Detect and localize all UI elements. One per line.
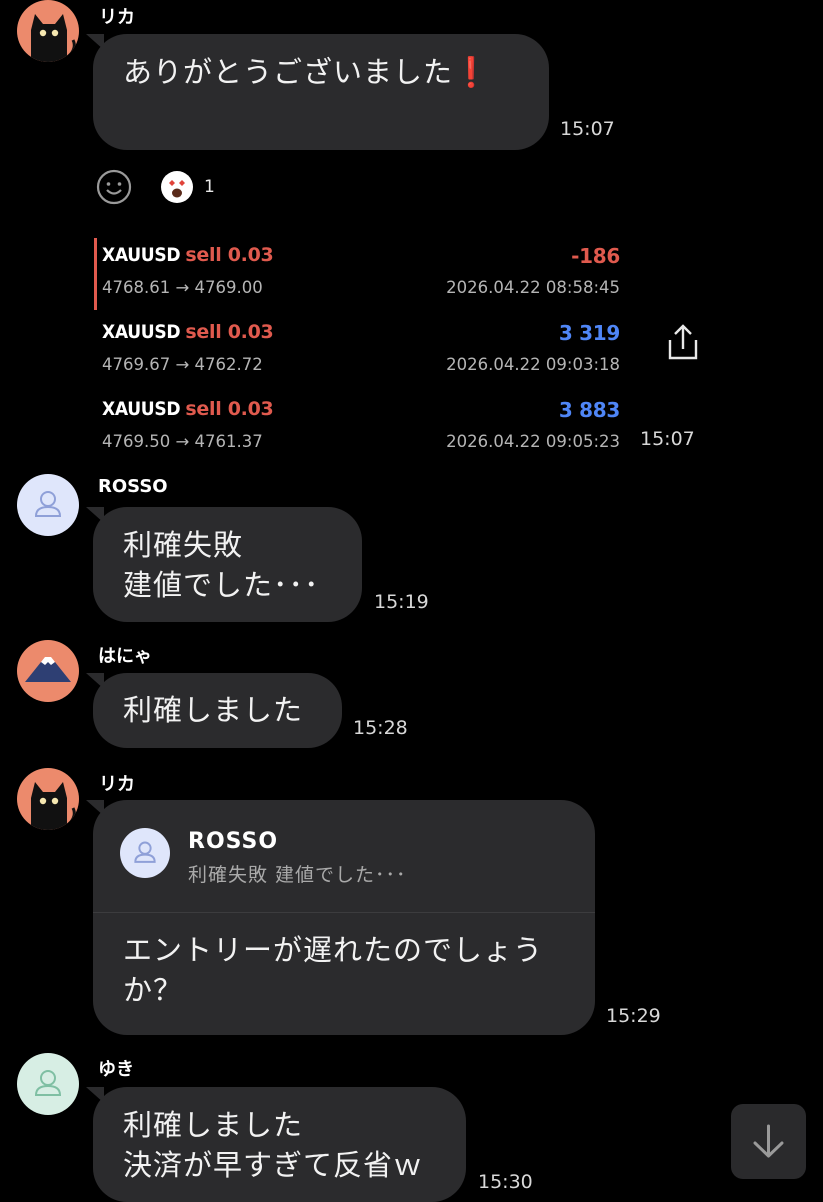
sender-name: リカ: [99, 774, 135, 795]
share-button[interactable]: [664, 322, 702, 362]
default-user-icon: [134, 841, 156, 863]
message-bubble[interactable]: 利確しました: [93, 673, 342, 748]
sender-name: はにゃ: [98, 646, 152, 667]
trade-symbol: XAUUSD: [102, 244, 181, 266]
avatar-hanya[interactable]: [17, 640, 79, 702]
trade-symbol: XAUUSD: [102, 398, 181, 420]
trade-row[interactable]: XAUUSD sell 0.03 3 319 4769.67 → 4762.72…: [102, 321, 620, 381]
avatar-rika[interactable]: [17, 0, 79, 62]
message-text: 決済が早すぎて反省ｗ: [123, 1148, 424, 1182]
arrow-down-icon: [753, 1124, 784, 1158]
reply-divider: [93, 912, 595, 913]
reply-text: 利確失敗 建値でした･･･: [188, 864, 407, 886]
trade-row[interactable]: XAUUSD sell 0.03 3 883 4769.50 → 4761.37…: [102, 398, 620, 458]
message-text: 利確しました: [123, 1108, 304, 1142]
scroll-to-bottom-button[interactable]: [731, 1104, 806, 1179]
bubble-tail: [86, 800, 104, 816]
add-reaction-button[interactable]: [96, 169, 132, 205]
trade-prices: 4769.67 → 4762.72: [102, 355, 263, 374]
cat-icon: [31, 782, 76, 830]
message-time: 15:19: [374, 591, 429, 613]
cat-icon: [31, 14, 76, 62]
avatar-rosso[interactable]: [17, 474, 79, 536]
message-text: か？: [123, 973, 184, 1007]
trade-row[interactable]: XAUUSD sell 0.03 -186 4768.61 → 4769.00 …: [102, 244, 620, 304]
trade-datetime: 2026.04.22 08:58:45: [446, 278, 620, 297]
sender-name: ROSSO: [98, 476, 168, 497]
message-time: 15:29: [606, 1005, 661, 1027]
trade-pnl: 3 319: [558, 321, 620, 345]
message-time: 15:07: [640, 428, 695, 450]
message-text: 利確しました: [123, 693, 304, 727]
reaction-count: 1: [204, 177, 215, 197]
message-text: エントリーが遅れたのでしょう: [123, 933, 544, 967]
message-time: 15:30: [478, 1171, 533, 1193]
share-icon: [668, 324, 698, 360]
message-time: 15:07: [560, 118, 615, 140]
trade-prices: 4768.61 → 4769.00: [102, 278, 263, 297]
message-time: 15:28: [353, 717, 408, 739]
add-reaction-icon: [96, 169, 132, 205]
message-bubble[interactable]: 利確失敗 建値でした･･･: [93, 507, 362, 622]
default-user-icon: [34, 1070, 62, 1096]
trade-symbol: XAUUSD: [102, 321, 181, 343]
reply-avatar: [120, 828, 170, 878]
message-bubble[interactable]: ありがとうございました❗: [93, 34, 549, 150]
bubble-tail: [86, 673, 104, 689]
default-user-icon: [34, 491, 62, 517]
bubble-tail: [86, 1087, 104, 1103]
avatar-rika[interactable]: [17, 768, 79, 830]
trade-loss-indicator: [94, 238, 97, 310]
reaction-chip[interactable]: 1: [160, 170, 215, 204]
trade-prices: 4769.50 → 4761.37: [102, 432, 263, 451]
avatar-yuki[interactable]: [17, 1053, 79, 1115]
trade-side: sell 0.03: [185, 244, 274, 266]
message-text: ありがとうございました❗: [123, 55, 491, 89]
heart-eyes-icon: [161, 171, 193, 203]
mountain-icon: [25, 657, 71, 682]
reply-quote[interactable]: ROSSO 利確失敗 建値でした･･･: [93, 800, 595, 912]
trade-pnl: 3 883: [558, 398, 620, 422]
message-text: 建値でした･･･: [123, 568, 320, 602]
sender-name: リカ: [99, 7, 135, 28]
sender-name: ゆき: [98, 1059, 134, 1080]
reply-name: ROSSO: [188, 829, 279, 854]
message-text: 利確失敗: [123, 528, 244, 562]
message-bubble[interactable]: ROSSO 利確失敗 建値でした･･･ エントリーが遅れたのでしょう か？: [93, 800, 595, 1035]
bubble-tail: [86, 34, 104, 50]
trade-side: sell 0.03: [185, 398, 274, 420]
message-bubble[interactable]: 利確しました 決済が早すぎて反省ｗ: [93, 1087, 466, 1202]
trade-pnl: -186: [571, 244, 620, 268]
bubble-tail: [86, 507, 104, 523]
trade-datetime: 2026.04.22 09:05:23: [446, 432, 620, 451]
trade-datetime: 2026.04.22 09:03:18: [446, 355, 620, 374]
trade-side: sell 0.03: [185, 321, 274, 343]
